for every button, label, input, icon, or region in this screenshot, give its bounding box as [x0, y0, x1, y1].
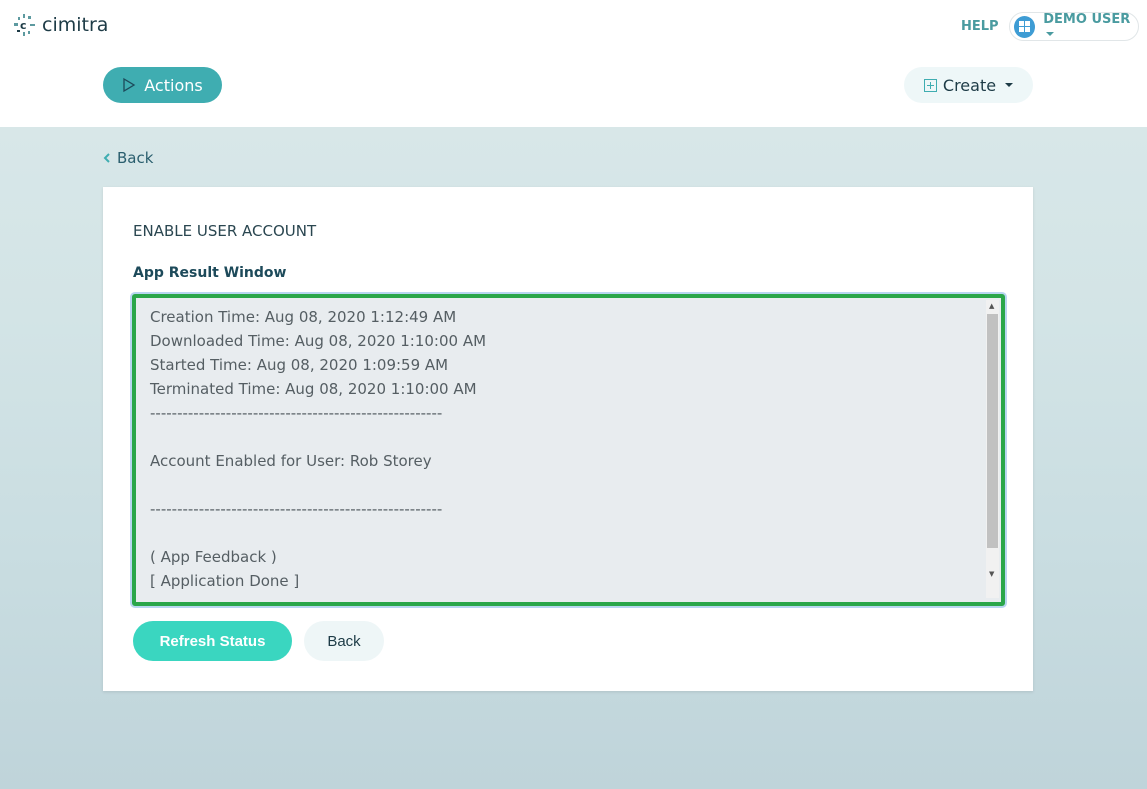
- cimitra-logo[interactable]: c cimitra: [14, 14, 108, 36]
- chevron-down-icon: [1046, 32, 1055, 36]
- user-name: DEMO USER: [1043, 11, 1131, 27]
- logo-icon: c: [14, 14, 35, 36]
- chevron-down-icon: [1005, 83, 1014, 87]
- page-title: ENABLE USER ACCOUNT: [133, 222, 317, 240]
- create-label: Create: [942, 75, 997, 95]
- scroll-down-icon[interactable]: ▼: [989, 570, 994, 578]
- back-button[interactable]: Back: [304, 621, 384, 661]
- chevron-left-icon: [103, 153, 110, 163]
- scroll-up-icon[interactable]: ▲: [989, 302, 994, 310]
- plus-square-icon: [923, 78, 937, 92]
- svg-text:c: c: [20, 19, 27, 32]
- windows-avatar-icon: [1014, 15, 1036, 38]
- refresh-status-button[interactable]: Refresh Status: [133, 621, 292, 661]
- back-link-label: Back: [117, 149, 154, 167]
- result-window-label: App Result Window: [133, 265, 287, 281]
- back-link[interactable]: Back: [103, 149, 153, 167]
- create-button[interactable]: Create: [904, 67, 1033, 103]
- logo-text: cimitra: [42, 14, 109, 36]
- user-menu[interactable]: DEMO USER: [1009, 12, 1139, 41]
- result-text: Creation Time: Aug 08, 2020 1:12:49 AM D…: [150, 308, 487, 590]
- actions-button[interactable]: Actions: [103, 67, 222, 103]
- help-link[interactable]: HELP: [961, 19, 999, 34]
- result-textarea[interactable]: Creation Time: Aug 08, 2020 1:12:49 AM D…: [132, 294, 1005, 606]
- top-bar: c cimitra HELP DEMO USER Actions Create: [0, 0, 1147, 127]
- play-icon: [123, 77, 136, 93]
- result-card: ENABLE USER ACCOUNT App Result Window Cr…: [103, 187, 1033, 691]
- scrollbar[interactable]: ▲ ▼: [986, 300, 999, 598]
- scrollbar-thumb[interactable]: [987, 314, 998, 548]
- actions-label: Actions: [144, 75, 203, 95]
